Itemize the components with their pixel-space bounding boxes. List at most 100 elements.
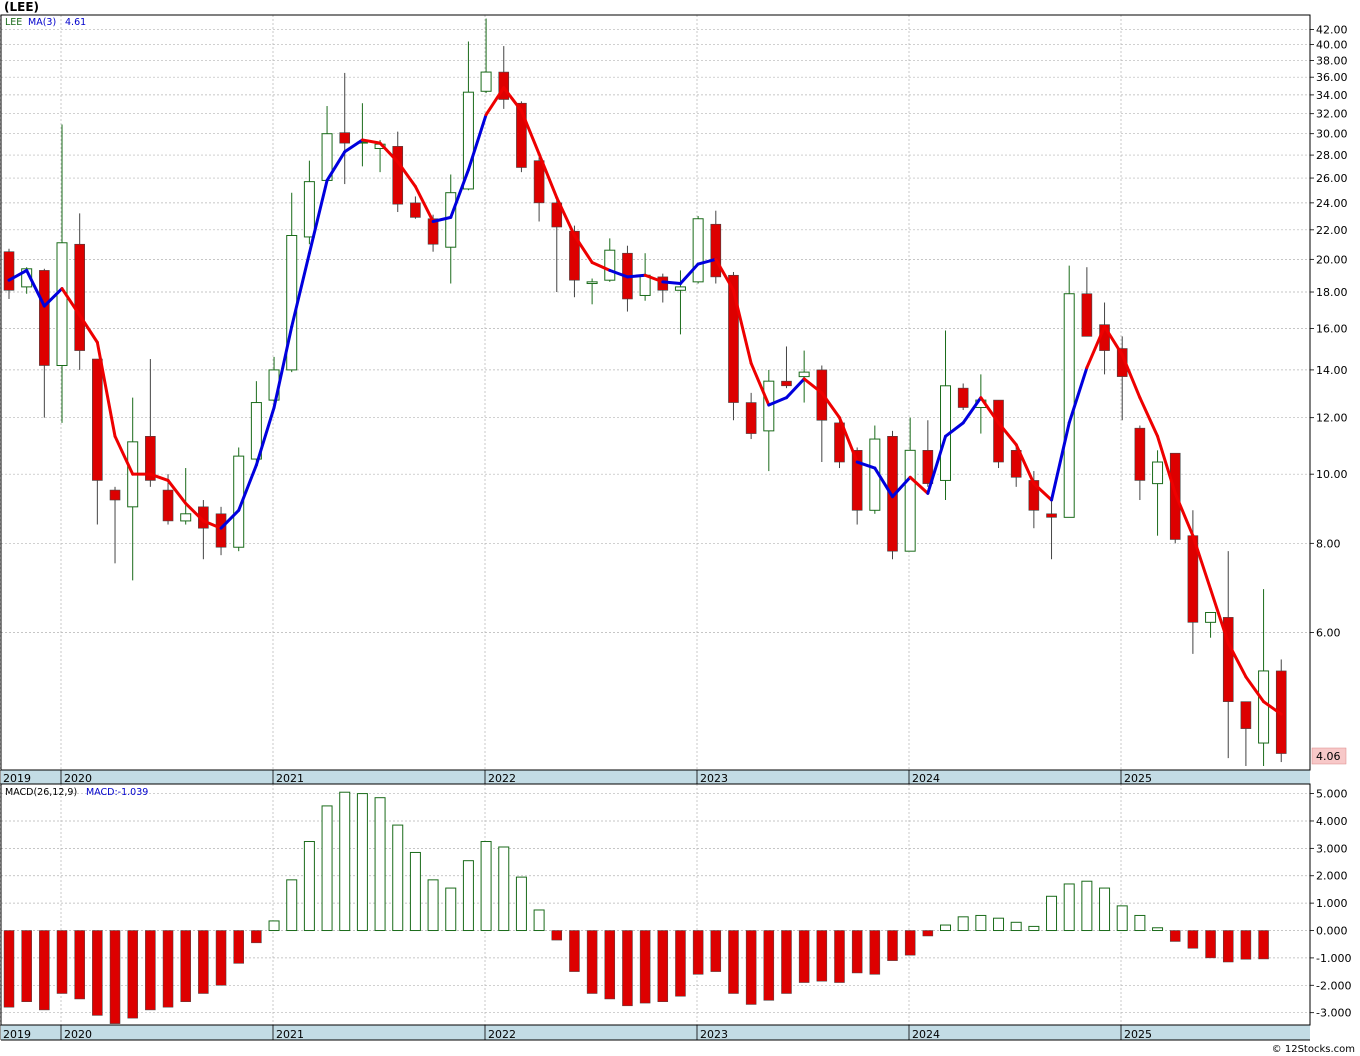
candle-up bbox=[1258, 670, 1270, 744]
price-tick-label: 28.00 bbox=[1316, 149, 1348, 162]
macd-bar bbox=[180, 930, 191, 1002]
panel-frames bbox=[0, 14, 1311, 1041]
price-tick-label: 38.00 bbox=[1316, 54, 1348, 67]
macd-bar bbox=[268, 920, 280, 932]
macd-tick-label: 1.000 bbox=[1316, 897, 1348, 910]
year-label: 2024 bbox=[912, 772, 940, 785]
moving-average-line bbox=[7, 86, 1283, 716]
candle-up bbox=[904, 449, 916, 552]
macd-bar bbox=[887, 930, 898, 961]
legend-ma-label: MA(3) bbox=[28, 17, 56, 28]
macd-bar bbox=[1240, 930, 1252, 960]
macd-bar bbox=[515, 876, 527, 932]
macd-bar bbox=[39, 930, 50, 1011]
price-tick-label: 34.00 bbox=[1316, 89, 1348, 102]
macd-bar bbox=[940, 924, 952, 932]
price-panel-frame bbox=[0, 14, 1311, 771]
candle-up bbox=[1152, 461, 1164, 485]
macd-bar bbox=[904, 930, 916, 956]
macd-bar bbox=[127, 930, 138, 1019]
macd-bar bbox=[957, 916, 969, 932]
price-tick-label: 6.00 bbox=[1316, 626, 1341, 639]
candle-up bbox=[798, 371, 810, 378]
macd-bar bbox=[922, 930, 934, 937]
year-label: 2022 bbox=[488, 772, 516, 785]
year-label: 2019 bbox=[3, 1028, 31, 1041]
macd-bar bbox=[480, 841, 492, 932]
macd-bar bbox=[1222, 930, 1234, 963]
macd-bar bbox=[1258, 930, 1269, 960]
macd-bar bbox=[569, 930, 580, 972]
candlestick-series bbox=[3, 18, 1287, 767]
macd-tick-label: 0.000 bbox=[1316, 925, 1348, 938]
macd-bar bbox=[56, 930, 68, 994]
macd-bar bbox=[586, 930, 598, 994]
macd-bar bbox=[1028, 925, 1040, 932]
candle-up bbox=[303, 181, 315, 238]
macd-bar bbox=[851, 930, 863, 974]
candle-down bbox=[39, 270, 50, 366]
macd-bar bbox=[392, 824, 404, 932]
year-label: 2021 bbox=[276, 772, 304, 785]
ma-segment bbox=[661, 280, 682, 286]
macd-tick-label: 4.000 bbox=[1316, 815, 1348, 828]
macd-tick-label: -2.000 bbox=[1316, 979, 1351, 992]
macd-tick-label: -3.000 bbox=[1316, 1007, 1351, 1020]
candle-down bbox=[1046, 513, 1057, 518]
macd-bar bbox=[233, 930, 244, 964]
price-tick-label: 14.00 bbox=[1316, 364, 1348, 377]
candle-down bbox=[533, 160, 545, 204]
price-tick-label: 8.00 bbox=[1316, 537, 1341, 550]
macd-bar bbox=[1169, 930, 1181, 942]
candle-up bbox=[1205, 611, 1217, 623]
macd-bar bbox=[374, 797, 386, 932]
candle-down bbox=[1240, 701, 1252, 729]
candle-down bbox=[410, 202, 421, 218]
macd-bar bbox=[1081, 880, 1093, 932]
macd-bar bbox=[356, 793, 368, 932]
macd-panel-frame bbox=[0, 783, 1311, 1026]
macd-bar bbox=[692, 930, 704, 975]
macd-tick-label: 3.000 bbox=[1316, 842, 1348, 855]
macd-bar bbox=[427, 879, 439, 932]
candle-down bbox=[745, 402, 757, 434]
candle-down bbox=[957, 387, 969, 408]
legend-symbol: LEE bbox=[5, 17, 22, 28]
y-axis-labels: 6.00 8.00 10.00 12.00 14.00 16.00 18.00 20.00 22… bbox=[1310, 23, 1351, 1020]
macd-bar bbox=[551, 930, 563, 941]
price-tick-label: 42.00 bbox=[1316, 23, 1348, 36]
candle-up bbox=[445, 192, 457, 248]
macd-bar bbox=[145, 930, 156, 1011]
macd-legend-value: MACD:-1.039 bbox=[86, 787, 148, 798]
macd-tick-label: 5.000 bbox=[1316, 788, 1348, 801]
chart-title: (LEE) bbox=[4, 0, 39, 14]
candle-down bbox=[162, 489, 174, 522]
year-label: 2022 bbox=[488, 1028, 516, 1041]
price-tick-label: 18.00 bbox=[1316, 286, 1348, 299]
price-panel-grid bbox=[0, 15, 1310, 770]
price-tick-label: 20.00 bbox=[1316, 253, 1348, 266]
year-label: 2019 bbox=[3, 772, 31, 785]
macd-bar bbox=[498, 846, 510, 932]
macd-tick-label: 2.000 bbox=[1316, 870, 1348, 883]
macd-bar bbox=[1046, 895, 1058, 932]
macd-bar bbox=[409, 851, 421, 932]
macd-bar bbox=[763, 930, 775, 1001]
macd-bar bbox=[622, 930, 633, 1007]
year-label: 2024 bbox=[912, 1028, 940, 1041]
macd-bar bbox=[816, 930, 828, 982]
stock-chart: 6.00 8.00 10.00 12.00 14.00 16.00 18.00 20.00 22… bbox=[0, 0, 1355, 1055]
price-tick-label: 10.00 bbox=[1316, 468, 1348, 481]
candle-up bbox=[462, 91, 474, 190]
price-tick-label: 30.00 bbox=[1316, 128, 1348, 141]
macd-bar bbox=[1205, 930, 1216, 959]
macd-bar bbox=[21, 930, 32, 1002]
candle-up bbox=[480, 71, 492, 92]
price-tick-label: 24.00 bbox=[1316, 197, 1348, 210]
candle-down bbox=[781, 380, 792, 387]
candle-up bbox=[1063, 293, 1075, 518]
candle-up bbox=[586, 281, 598, 285]
watermark: © 12Stocks.com bbox=[1272, 1044, 1355, 1055]
candle-down bbox=[710, 223, 722, 278]
macd-bar bbox=[728, 930, 739, 994]
